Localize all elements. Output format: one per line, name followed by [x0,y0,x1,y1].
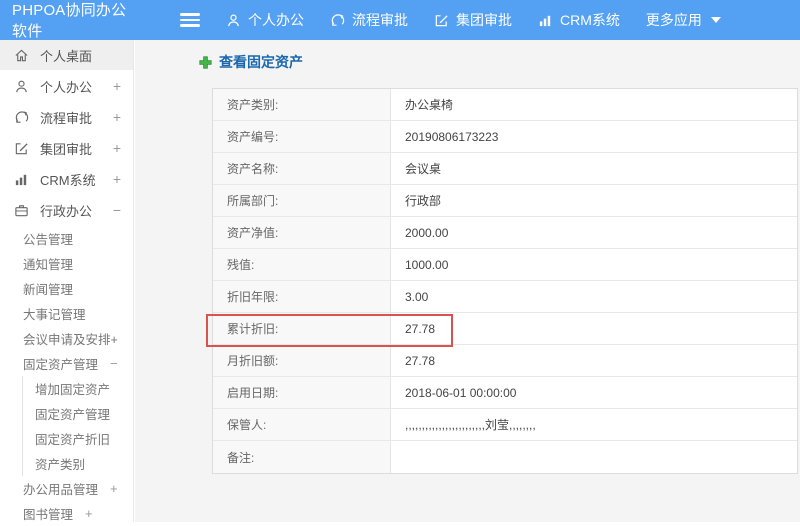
nav-personal-office[interactable]: 个人办公 [226,10,304,30]
table-row: 资产类别: 办公桌椅 [213,89,797,121]
row-value: 会议桌 [391,153,797,184]
sidebar-item-add-fixed-asset[interactable]: 增加固定资产 [23,376,133,401]
table-row: 所属部门: 行政部 [213,185,797,217]
sidebar-item-personal-desktop[interactable]: 个人桌面 [0,40,133,70]
table-row: 备注: [213,441,797,473]
table-row: 资产名称: 会议桌 [213,153,797,185]
row-label: 资产编号: [213,121,391,152]
briefcase-icon [14,203,31,218]
row-label: 月折旧额: [213,345,391,376]
expand-icon: + [112,171,121,187]
row-value: ,,,,,,,,,,,,,,,,,,,,,,,,刘莹,,,,,,,, [391,409,797,440]
row-label: 资产名称: [213,153,391,184]
row-value: 3.00 [391,281,797,312]
row-label: 资产净值: [213,217,391,248]
edit-icon [14,141,31,156]
sidebar-item-fixed-asset-mgmt[interactable]: 固定资产管理 − [0,351,133,376]
sidebar-item-news-mgmt[interactable]: 新闻管理 [0,276,133,301]
table-row: 资产净值: 2000.00 [213,217,797,249]
bar-chart-icon [14,172,31,187]
expand-icon: + [112,109,121,125]
sidebar-item-announcement-mgmt[interactable]: 公告管理 [0,226,133,251]
person-icon [14,79,31,94]
row-value [391,441,797,473]
row-label: 保管人: [213,409,391,440]
sidebar-item-crm-system[interactable]: CRM系统 + [0,164,133,194]
row-value: 2018-06-01 00:00:00 [391,377,797,408]
row-label: 启用日期: [213,377,391,408]
top-navigation: 个人办公 流程审批 集团审批 CRM系统 更多应用 [226,10,747,30]
green-plus-icon [199,55,212,69]
row-value: 办公桌椅 [391,89,797,120]
fixed-asset-submenu: 增加固定资产 固定资产管理 固定资产折旧 资产类别 [22,376,133,476]
process-icon [330,13,345,28]
row-value: 20190806173223 [391,121,797,152]
sidebar: 个人桌面 个人办公 + 流程审批 + 集团审批 + CRM系统 + 行政办公 − [0,40,134,522]
sidebar-item-book-mgmt[interactable]: 图书管理 + [0,501,133,526]
row-value: 27.78 [391,313,797,344]
sidebar-item-notice-mgmt[interactable]: 通知管理 [0,251,133,276]
sidebar-item-admin-office[interactable]: 行政办公 − [0,195,133,225]
table-row: 启用日期: 2018-06-01 00:00:00 [213,377,797,409]
nav-group-approval[interactable]: 集团审批 [434,10,512,30]
table-row-accumulated-depreciation: 累计折旧: 27.78 [213,313,797,345]
table-row: 折旧年限: 3.00 [213,281,797,313]
row-label: 所属部门: [213,185,391,216]
app-logo: PHPOA协同办公软件 [12,2,127,40]
row-value: 行政部 [391,185,797,216]
nav-crm-system[interactable]: CRM系统 [538,10,620,30]
bar-chart-icon [538,13,553,28]
hamburger-menu-icon[interactable] [180,11,200,30]
expand-icon: + [112,78,121,94]
sidebar-item-group-approval[interactable]: 集团审批 + [0,133,133,163]
row-label: 残值: [213,249,391,280]
sidebar-item-fixed-asset-depreciation[interactable]: 固定资产折旧 [23,426,133,451]
row-label: 资产类别: [213,89,391,120]
row-value: 1000.00 [391,249,797,280]
expand-icon: + [85,506,93,521]
sidebar-item-personal-office[interactable]: 个人办公 + [0,71,133,101]
sidebar-item-asset-category[interactable]: 资产类别 [23,451,133,476]
row-label: 累计折旧: [213,313,391,344]
person-icon [226,13,241,28]
home-icon [14,48,31,63]
sidebar-item-fixed-asset-manage[interactable]: 固定资产管理 [23,401,133,426]
expand-icon: + [112,140,121,156]
top-header: PHPOA协同办公软件 个人办公 流程审批 集团审批 CRM系统 更多应用 [0,0,800,40]
edit-icon [434,13,449,28]
table-row: 月折旧额: 27.78 [213,345,797,377]
nav-more-apps[interactable]: 更多应用 [646,10,721,30]
sidebar-item-meeting-request[interactable]: 会议申请及安排+ [0,326,133,351]
sidebar-item-process-approval[interactable]: 流程审批 + [0,102,133,132]
asset-detail-table: 资产类别: 办公桌椅 资产编号: 20190806173223 资产名称: 会议桌 所… [212,88,798,474]
row-label: 折旧年限: [213,281,391,312]
collapse-icon: − [112,202,121,218]
nav-process-approval[interactable]: 流程审批 [330,10,408,30]
sidebar-item-office-supplies-mgmt[interactable]: 办公用品管理 + [0,476,133,501]
process-icon [14,110,31,125]
page-title: 查看固定资产 [199,53,800,71]
table-row: 保管人: ,,,,,,,,,,,,,,,,,,,,,,,,刘莹,,,,,,,, [213,409,797,441]
table-row: 资产编号: 20190806173223 [213,121,797,153]
collapse-icon: − [110,356,118,371]
table-row: 残值: 1000.00 [213,249,797,281]
main-content: 查看固定资产 资产类别: 办公桌椅 资产编号: 20190806173223 资产名… [135,40,800,522]
sidebar-item-events-mgmt[interactable]: 大事记管理 [0,301,133,326]
row-value: 2000.00 [391,217,797,248]
row-label: 备注: [213,441,391,473]
row-value: 27.78 [391,345,797,376]
expand-icon: + [110,481,118,496]
caret-down-icon [710,17,721,23]
